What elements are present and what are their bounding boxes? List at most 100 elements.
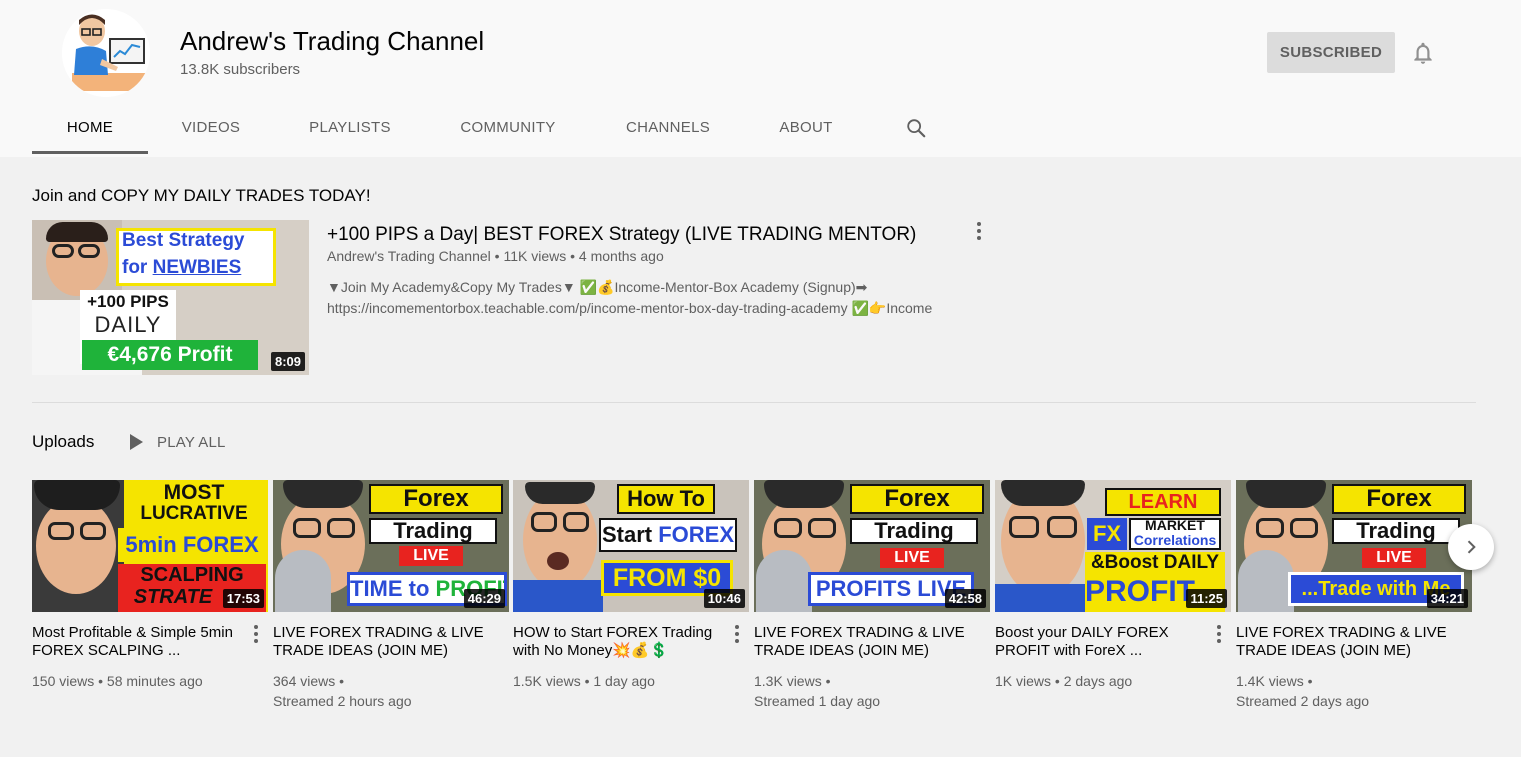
thumb-text: Forex bbox=[1332, 484, 1466, 514]
thumb-text: MARKET bbox=[1145, 518, 1205, 533]
thumb-text: PROFITS bbox=[1085, 575, 1195, 608]
chevron-right-icon bbox=[1467, 540, 1476, 554]
video-duration: 34:21 bbox=[1426, 589, 1468, 608]
video-title[interactable]: Most Profitable & Simple 5min FOREX SCAL… bbox=[32, 624, 252, 660]
more-vert-icon[interactable] bbox=[1213, 624, 1225, 644]
video-card[interactable]: How To Start FOREX FROM $0 10:46 HOW to … bbox=[513, 480, 749, 691]
video-title[interactable]: HOW to Start FOREX Trading with No Money… bbox=[513, 624, 733, 660]
video-title[interactable]: LIVE FOREX TRADING & LIVE TRADE IDEAS (J… bbox=[754, 624, 974, 660]
subscriber-count: 13.8K subscribers bbox=[180, 61, 301, 78]
thumb-text: LIVE bbox=[1362, 548, 1426, 568]
video-meta-line: Streamed 2 days ago bbox=[1236, 693, 1370, 709]
featured-section-title: Join and COPY MY DAILY TRADES TODAY! bbox=[32, 186, 371, 205]
tab-channels[interactable]: CHANNELS bbox=[625, 110, 711, 156]
channel-avatar[interactable] bbox=[62, 9, 150, 97]
video-meta: 150 views • 58 minutes ago bbox=[32, 671, 268, 691]
thumb-text: &Boost DAILY bbox=[1090, 552, 1220, 573]
video-meta-line: 1.5K views • 1 day ago bbox=[513, 673, 655, 689]
description-line: ▼Join My Academy&Copy My Trades▼ ✅💰Incom… bbox=[327, 279, 868, 295]
tab-videos[interactable]: VIDEOS bbox=[178, 110, 244, 156]
thumb-text: Trading bbox=[369, 518, 497, 544]
thumb-text: Trading bbox=[1332, 518, 1460, 544]
subscribed-button[interactable]: SUBSCRIBED bbox=[1267, 32, 1395, 73]
channel-header: Andrew's Trading Channel 13.8K subscribe… bbox=[0, 0, 1521, 157]
section-divider bbox=[32, 402, 1476, 403]
featured-view-meta: • 11K views • 4 months ago bbox=[494, 248, 664, 264]
thumb-text: How To bbox=[617, 484, 715, 514]
video-title[interactable]: LIVE FOREX TRADING & LIVE TRADE IDEAS (J… bbox=[273, 624, 493, 660]
thumb-text: LIVE bbox=[880, 548, 944, 568]
video-duration: 11:25 bbox=[1186, 589, 1227, 608]
video-title[interactable]: Boost your DAILY FOREX PROFIT with ForeX… bbox=[995, 624, 1215, 660]
thumb-text: DAILY bbox=[94, 312, 162, 337]
video-meta: 1.4K views • Streamed 2 days ago bbox=[1236, 671, 1472, 711]
bell-icon[interactable] bbox=[1410, 40, 1436, 66]
video-thumbnail[interactable]: Forex Trading LIVE PROFITS LIVE 42:58 bbox=[754, 480, 990, 612]
video-meta-line: 1.3K views • bbox=[754, 673, 831, 689]
carousel-next-button[interactable] bbox=[1448, 524, 1494, 570]
channel-name: Andrew's Trading Channel bbox=[180, 26, 485, 56]
video-duration: 46:29 bbox=[463, 589, 505, 608]
video-title[interactable]: LIVE FOREX TRADING & LIVE TRADE IDEAS (J… bbox=[1236, 624, 1456, 660]
video-card[interactable]: LEARN FX MARKET Correlations &Boost DAIL… bbox=[995, 480, 1231, 691]
thumb-text: MOST bbox=[163, 482, 225, 504]
video-meta-line: Streamed 1 day ago bbox=[754, 693, 881, 709]
video-meta: 1.3K views • Streamed 1 day ago bbox=[754, 671, 990, 711]
thumb-text: for NEWBIES bbox=[122, 257, 242, 278]
thumb-text: Forex bbox=[850, 484, 984, 514]
thumb-text: Forex bbox=[369, 484, 503, 514]
thumb-text: LEARN bbox=[1105, 488, 1221, 516]
more-vert-icon[interactable] bbox=[731, 624, 743, 644]
play-all-label: PLAY ALL bbox=[157, 433, 226, 451]
more-vert-icon[interactable] bbox=[250, 624, 262, 644]
video-meta-line: Streamed 2 hours ago bbox=[273, 693, 412, 709]
search-icon[interactable] bbox=[905, 117, 927, 139]
video-meta-line: 1.4K views • bbox=[1236, 673, 1313, 689]
video-card[interactable]: Forex Trading LIVE TIME to PROFIT 46:29 … bbox=[273, 480, 509, 711]
description-line[interactable]: https://incomementorbox.teachable.com/p/… bbox=[327, 298, 1007, 319]
video-thumbnail[interactable]: How To Start FOREX FROM $0 10:46 bbox=[513, 480, 749, 612]
tab-home[interactable]: HOME bbox=[32, 110, 148, 156]
thumb-text: LUCRATIVE bbox=[140, 504, 248, 524]
thumb-text: Start FOREX bbox=[599, 518, 737, 552]
more-vert-icon[interactable] bbox=[970, 220, 988, 242]
video-meta: 364 views • Streamed 2 hours ago bbox=[273, 671, 509, 711]
video-meta-line: 1K views • 2 days ago bbox=[995, 673, 1133, 689]
video-thumbnail[interactable]: MOST LUCRATIVE 5min FOREX SCALPING STRAT… bbox=[32, 480, 268, 612]
tab-playlists[interactable]: PLAYLISTS bbox=[308, 110, 392, 156]
thumb-text: Trading bbox=[850, 518, 978, 544]
thumb-text: 5min FOREX bbox=[118, 528, 266, 562]
video-duration: 8:09 bbox=[270, 352, 305, 371]
video-thumbnail[interactable]: Forex Trading LIVE TIME to PROFIT 46:29 bbox=[273, 480, 509, 612]
video-card[interactable]: MOST LUCRATIVE 5min FOREX SCALPING STRAT… bbox=[32, 480, 268, 691]
thumb-text: +100 PIPS bbox=[87, 292, 169, 311]
video-meta: 1K views • 2 days ago bbox=[995, 671, 1231, 691]
video-meta-line: 364 views • bbox=[273, 673, 345, 689]
video-duration: 17:53 bbox=[222, 589, 264, 608]
tab-community[interactable]: COMMUNITY bbox=[459, 110, 557, 156]
video-meta: 1.5K views • 1 day ago bbox=[513, 671, 749, 691]
tab-about[interactable]: ABOUT bbox=[778, 110, 834, 156]
thumb-text: €4,676 Profit bbox=[82, 340, 258, 370]
video-card[interactable]: Forex Trading LIVE ...Trade with Me 34:2… bbox=[1236, 480, 1472, 711]
thumb-text: STRATE bbox=[133, 586, 213, 608]
featured-channel-link[interactable]: Andrew's Trading Channel bbox=[327, 248, 491, 264]
thumb-text: LIVE bbox=[399, 546, 463, 566]
video-thumbnail[interactable]: LEARN FX MARKET Correlations &Boost DAIL… bbox=[995, 480, 1231, 612]
thumb-text: Correlations bbox=[1133, 533, 1217, 548]
video-meta-line: 150 views • 58 minutes ago bbox=[32, 673, 203, 689]
uploads-title: Uploads bbox=[32, 432, 95, 451]
video-duration: 42:58 bbox=[944, 589, 986, 608]
featured-video-title[interactable]: +100 PIPS a Day| BEST FOREX Strategy (LI… bbox=[327, 224, 916, 246]
thumb-text: SCALPING bbox=[140, 564, 244, 586]
video-duration: 10:46 bbox=[703, 589, 745, 608]
video-thumbnail[interactable]: Forex Trading LIVE ...Trade with Me 34:2… bbox=[1236, 480, 1472, 612]
featured-video-meta: Andrew's Trading Channel • 11K views • 4… bbox=[327, 248, 664, 264]
thumb-text: FX bbox=[1087, 518, 1127, 550]
featured-video-description: ▼Join My Academy&Copy My Trades▼ ✅💰Incom… bbox=[327, 277, 1007, 319]
play-icon bbox=[130, 434, 143, 450]
thumb-text: Best Strategy bbox=[122, 230, 245, 251]
featured-video-thumbnail[interactable]: Best Strategy for NEWBIES +100 PIPS DAIL… bbox=[32, 220, 309, 375]
video-card[interactable]: Forex Trading LIVE PROFITS LIVE 42:58 LI… bbox=[754, 480, 990, 711]
play-all-button[interactable]: PLAY ALL bbox=[130, 432, 226, 452]
